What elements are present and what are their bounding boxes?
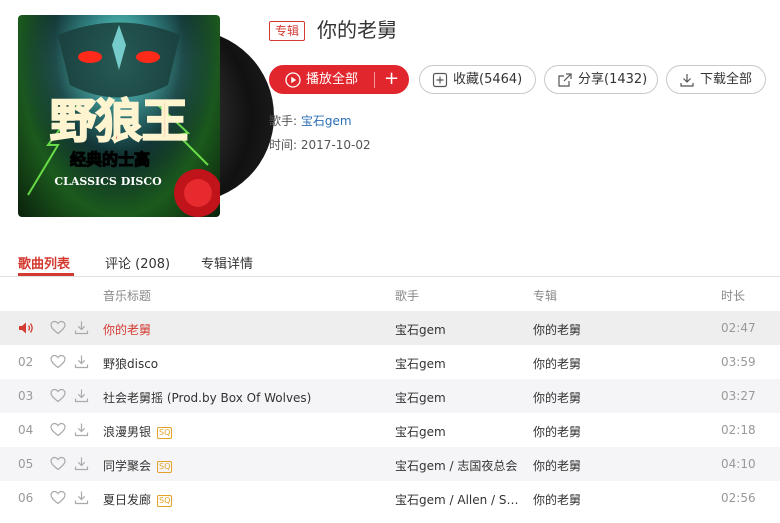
song-row[interactable]: 06 夏日发廊 SQ 宝石gem / Allen / Sup... 你的老舅 02:56 <box>0 481 780 515</box>
download-all-button[interactable]: 下载全部 <box>666 65 766 94</box>
tab-songs[interactable]: 歌曲列表 <box>18 253 70 272</box>
song-artist[interactable]: 宝石gem <box>395 355 525 372</box>
song-duration: 04:10 <box>721 457 756 471</box>
share-label: 分享(1432) <box>578 72 648 87</box>
track-index: 06 <box>18 491 34 505</box>
album-cover[interactable]: 野狼王 经典的士高 CLASSICS DISCO <box>18 15 220 217</box>
sq-quality-badge: SQ <box>157 495 173 507</box>
download-icon[interactable] <box>74 490 89 505</box>
album-cover-area: 野狼王 经典的士高 CLASSICS DISCO <box>18 15 274 217</box>
song-album[interactable]: 你的老舅 <box>533 457 581 474</box>
song-duration: 02:47 <box>721 321 756 335</box>
date-label: 时间: <box>269 138 301 152</box>
song-title[interactable]: 同学聚会 SQ <box>103 457 173 474</box>
album-type-badge: 专辑 <box>269 21 306 41</box>
song-title-text: 同学聚会 <box>103 459 152 473</box>
release-date: 2017-10-02 <box>300 138 371 152</box>
track-index: 05 <box>18 457 34 471</box>
button-divider <box>374 72 375 88</box>
tab-album-detail[interactable]: 专辑详情 <box>201 253 253 272</box>
header-album[interactable]: 专辑 <box>533 287 557 304</box>
album-tabs: 歌曲列表 评论 (208) 专辑详情 <box>0 249 780 277</box>
track-index: 02 <box>18 355 34 369</box>
song-artist[interactable]: 宝石gem / 志国夜总会 <box>395 457 525 474</box>
album-date-line: 时间: 2017-10-02 <box>269 136 371 153</box>
like-heart-icon[interactable] <box>50 422 66 437</box>
song-artist[interactable]: 宝石gem <box>395 321 525 338</box>
song-title[interactable]: 夏日发廊 SQ <box>103 491 173 508</box>
song-title[interactable]: 浪漫男银 SQ <box>103 423 173 440</box>
song-row[interactable]: 02 野狼disco 宝石gem 你的老舅 03:59 <box>0 345 780 379</box>
favorite-button[interactable]: 收藏(5464) <box>419 65 536 94</box>
song-artist[interactable]: 宝石gem <box>395 423 525 440</box>
cover-art: 野狼王 经典的士高 CLASSICS DISCO <box>18 15 220 217</box>
artist-label: 歌手: <box>269 114 301 128</box>
artist-link[interactable]: 宝石gem <box>301 114 352 128</box>
song-title-text: 浪漫男银 <box>103 425 152 439</box>
favorite-label: 收藏(5464) <box>453 72 523 87</box>
song-title[interactable]: 社会老舅摇 (Prod.by Box Of Wolves) <box>103 389 311 406</box>
song-album[interactable]: 你的老舅 <box>533 321 581 338</box>
album-title: 你的老舅 <box>317 18 397 42</box>
track-index: 04 <box>18 423 34 437</box>
header-duration[interactable]: 时长 <box>721 287 745 304</box>
song-row[interactable]: 04 浪漫男银 SQ 宝石gem 你的老舅 02:18 <box>0 413 780 447</box>
song-duration: 02:56 <box>721 491 756 505</box>
like-heart-icon[interactable] <box>50 490 66 505</box>
cover-sub-title: 经典的士高 <box>70 150 150 169</box>
song-title-text: 社会老舅摇 (Prod.by Box Of Wolves) <box>103 391 312 405</box>
song-album[interactable]: 你的老舅 <box>533 355 581 372</box>
download-icon[interactable] <box>74 388 89 403</box>
song-row[interactable]: 05 同学聚会 SQ 宝石gem / 志国夜总会 你的老舅 04:10 <box>0 447 780 481</box>
share-icon <box>558 72 572 87</box>
play-circle-icon <box>285 71 301 88</box>
song-row[interactable]: 你的老舅 宝石gem 你的老舅 02:47 <box>0 311 780 345</box>
like-heart-icon[interactable] <box>50 320 66 335</box>
play-all-label: 播放全部 <box>306 72 359 87</box>
song-title-text: 夏日发廊 <box>103 493 152 507</box>
song-duration: 02:18 <box>721 423 756 437</box>
song-table-header: 音乐标题 歌手 专辑 时长 <box>0 279 780 311</box>
song-title-text: 你的老舅 <box>103 323 152 337</box>
tab-comments-count: (208) <box>135 257 171 272</box>
song-artist[interactable]: 宝石gem <box>395 389 525 406</box>
download-icon[interactable] <box>74 320 89 335</box>
sq-quality-badge: SQ <box>157 461 173 473</box>
tab-comments[interactable]: 评论 (208) <box>105 253 170 272</box>
song-album[interactable]: 你的老舅 <box>533 423 581 440</box>
song-duration: 03:59 <box>721 355 756 369</box>
download-icon[interactable] <box>74 354 89 369</box>
like-heart-icon[interactable] <box>50 456 66 471</box>
song-title[interactable]: 你的老舅 <box>103 321 151 338</box>
song-row[interactable]: 03 社会老舅摇 (Prod.by Box Of Wolves) 宝石gem 你的老舅… <box>0 379 780 413</box>
header-artist[interactable]: 歌手 <box>395 287 419 304</box>
song-title-text: 野狼disco <box>103 357 159 371</box>
song-artist[interactable]: 宝石gem / Allen / Sup... <box>395 491 525 508</box>
add-folder-icon <box>432 72 448 87</box>
cover-big-title: 野狼王 <box>50 94 188 148</box>
download-icon <box>680 73 694 87</box>
song-title[interactable]: 野狼disco <box>103 355 158 372</box>
like-heart-icon[interactable] <box>50 354 66 369</box>
like-heart-icon[interactable] <box>50 388 66 403</box>
sq-quality-badge: SQ <box>157 427 173 439</box>
tab-comments-label: 评论 <box>105 257 132 272</box>
track-index: 03 <box>18 389 34 403</box>
song-album[interactable]: 你的老舅 <box>533 389 581 406</box>
share-button[interactable]: 分享(1432) <box>544 65 658 94</box>
cover-en-title: CLASSICS DISCO <box>54 175 162 188</box>
download-icon[interactable] <box>74 422 89 437</box>
download-icon[interactable] <box>74 456 89 471</box>
song-duration: 03:27 <box>721 389 756 403</box>
add-to-playlist-button[interactable]: + <box>384 66 399 92</box>
play-all-button[interactable]: 播放全部 + <box>269 65 409 94</box>
active-tab-indicator <box>18 273 74 276</box>
album-artist-line: 歌手: 宝石gem <box>269 112 352 129</box>
header-title[interactable]: 音乐标题 <box>103 287 151 304</box>
song-album[interactable]: 你的老舅 <box>533 491 581 508</box>
download-all-label: 下载全部 <box>700 72 753 87</box>
now-playing-speaker-icon <box>18 321 34 335</box>
